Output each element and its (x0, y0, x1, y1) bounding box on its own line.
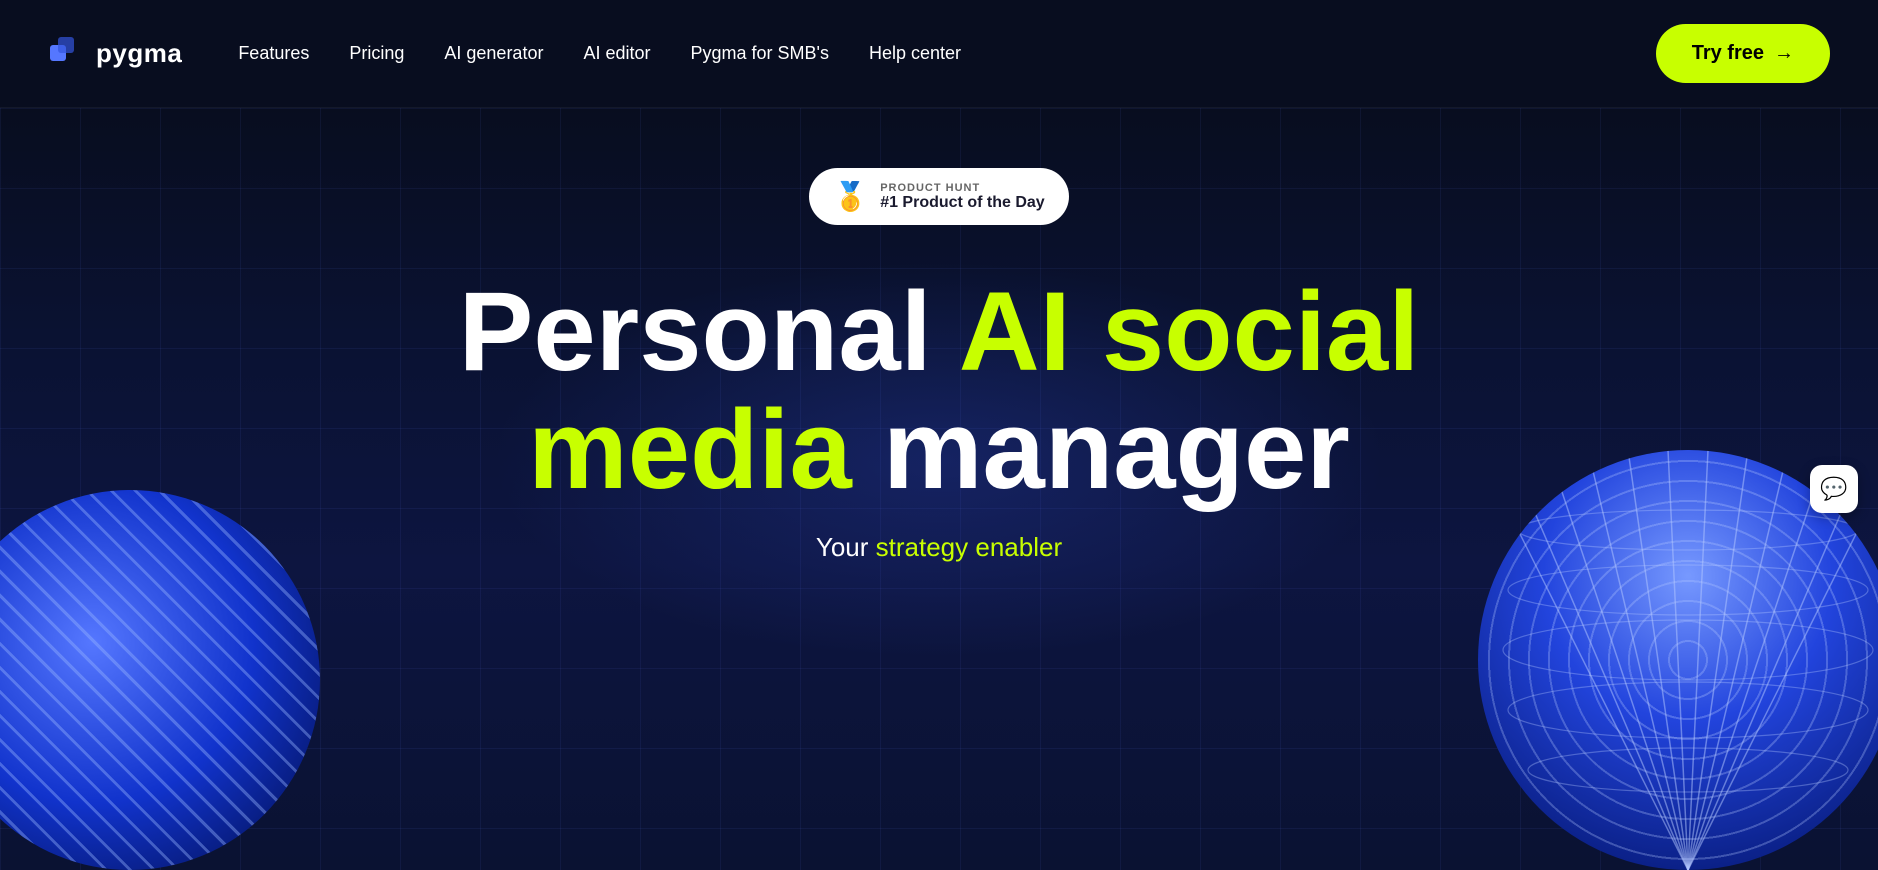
decorative-sphere-left (0, 490, 320, 870)
headline-line1: Personal AI social (459, 273, 1420, 391)
nav-link-smb[interactable]: Pygma for SMB's (691, 43, 829, 64)
badge-medal: 🥇 (833, 180, 868, 213)
badge-text: PRODUCT HUNT #1 Product of the Day (880, 182, 1044, 212)
headline-personal: Personal (459, 269, 959, 394)
nav-links: Features Pricing AI generator AI editor … (238, 43, 961, 64)
nav-link-pricing[interactable]: Pricing (349, 43, 404, 64)
arrow-icon: → (1774, 42, 1794, 65)
badge-label-bottom: #1 Product of the Day (880, 194, 1044, 212)
sphere-right-inner (1478, 450, 1878, 870)
headline-ai: AI social (959, 269, 1420, 394)
try-free-label: Try free (1692, 42, 1764, 65)
logo[interactable]: pygma (48, 35, 182, 73)
nav-link-ai-generator[interactable]: AI generator (444, 43, 543, 64)
chat-icon: 💬 (1820, 476, 1847, 502)
hero-section: 🥇 PRODUCT HUNT #1 Product of the Day Per… (0, 108, 1878, 870)
nav-link-help[interactable]: Help center (869, 43, 961, 64)
decorative-sphere-right (1478, 450, 1878, 870)
headline-media: media (528, 387, 852, 512)
chat-widget[interactable]: 💬 (1810, 465, 1858, 513)
navbar: pygma Features Pricing AI generator AI e… (0, 0, 1878, 108)
logo-icon (48, 35, 86, 73)
try-free-button[interactable]: Try free → (1656, 24, 1830, 83)
nav-link-features[interactable]: Features (238, 43, 309, 64)
headline-manager: manager (852, 387, 1350, 512)
headline-line2: media manager (459, 391, 1420, 509)
subtitle-highlight: strategy enabler (876, 532, 1062, 562)
product-hunt-badge[interactable]: 🥇 PRODUCT HUNT #1 Product of the Day (809, 168, 1068, 225)
hero-subtitle: Your strategy enabler (816, 532, 1062, 563)
logo-text: pygma (96, 38, 182, 69)
badge-label-top: PRODUCT HUNT (880, 182, 1044, 194)
subtitle-part1: Your (816, 532, 876, 562)
nav-link-ai-editor[interactable]: AI editor (583, 43, 650, 64)
hero-headline: Personal AI social media manager (459, 273, 1420, 508)
sphere-lines-svg (1478, 450, 1878, 870)
navbar-left: pygma Features Pricing AI generator AI e… (48, 35, 961, 73)
